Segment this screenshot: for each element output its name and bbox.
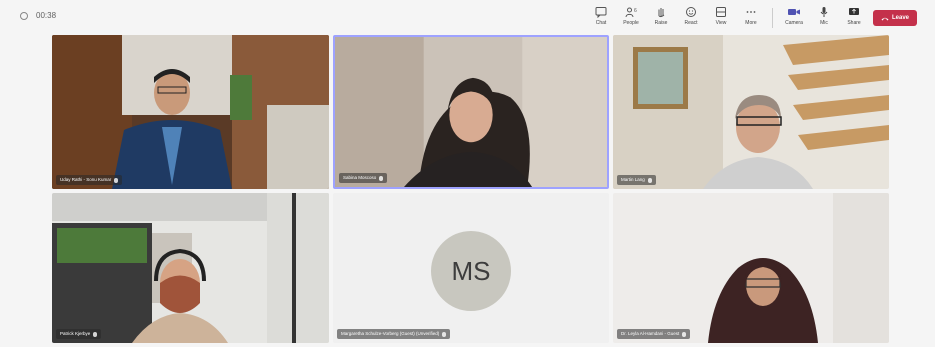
participant-name: Martin Lang (621, 177, 645, 182)
participant-tile[interactable]: Sabina Moscoso (333, 35, 609, 189)
participant-name-tag: Martin Lang (617, 175, 656, 185)
raise-label: Raise (654, 20, 668, 26)
video-grid: Uday Rathi - Sonu Kumar Sabina Moscoso M… (52, 35, 889, 343)
svg-text:6: 6 (634, 8, 637, 14)
view-grid-icon (716, 7, 726, 17)
participant-name-tag: Dr. Leyla Al-Hamdani - Guest (617, 329, 691, 339)
meeting-toolbar: 00:38 Chat 6 People Raise React View Mor… (0, 0, 935, 36)
view-button[interactable]: View (710, 6, 732, 32)
shield-icon (20, 11, 28, 20)
toolbar-actions: Chat 6 People Raise React View More Came… (590, 6, 917, 32)
participant-tile[interactable]: Uday Rathi - Sonu Kumar (52, 35, 329, 189)
mic-icon (93, 331, 98, 337)
mic-icon (114, 177, 119, 183)
share-label: Share (847, 20, 861, 26)
mic-icon (379, 175, 384, 181)
people-button[interactable]: 6 People (620, 6, 642, 32)
more-icon (746, 11, 756, 13)
leave-label: Leave (891, 15, 909, 21)
camera-label: Camera (785, 20, 803, 26)
participant-name: Margaretha Schulze-Vorberg (Guest) (Unve… (341, 331, 440, 336)
mic-label: Mic (820, 20, 828, 26)
mic-icon (442, 331, 447, 337)
participant-video (613, 193, 889, 343)
mic-icon (820, 7, 828, 17)
toolbar-divider (772, 8, 773, 28)
participant-tile[interactable]: Martin Lang (613, 35, 889, 189)
participant-video (335, 37, 607, 187)
react-label: React (684, 20, 698, 26)
participant-name-tag: Margaretha Schulze-Vorberg (Guest) (Unve… (337, 329, 451, 339)
people-label: People (623, 20, 639, 26)
share-icon (849, 8, 859, 15)
participant-name-tag: Sabina Moscoso (339, 173, 388, 183)
participant-tile[interactable]: MS Margaretha Schulze-Vorberg (Guest) (U… (333, 193, 609, 343)
participant-video (613, 35, 889, 189)
timer-text: 00:38 (36, 11, 57, 20)
leave-button[interactable]: Leave (873, 10, 917, 26)
hand-icon (658, 8, 665, 18)
participant-name: Patrick Kjerbye (60, 331, 91, 336)
chat-icon (595, 7, 607, 18)
participant-name: Uday Rathi - Sonu Kumar (60, 177, 112, 182)
camera-button[interactable]: Camera (783, 6, 805, 32)
more-button[interactable]: More (740, 6, 762, 32)
more-label: More (745, 20, 757, 26)
participant-video (52, 193, 329, 343)
chat-button[interactable]: Chat (590, 6, 612, 32)
chat-label: Chat (595, 20, 607, 26)
mic-icon (647, 177, 652, 183)
phone-hangup-icon (881, 17, 889, 20)
mic-button[interactable]: Mic (813, 6, 835, 32)
participant-video (52, 35, 329, 189)
view-label: View (715, 20, 727, 26)
people-icon: 6 (625, 7, 637, 18)
participant-tile[interactable]: Dr. Leyla Al-Hamdani - Guest (613, 193, 889, 343)
react-button[interactable]: React (680, 6, 702, 32)
share-button[interactable]: Share (843, 6, 865, 32)
participant-tile[interactable]: Patrick Kjerbye (52, 193, 329, 343)
avatar: MS (431, 231, 511, 311)
participant-name-tag: Patrick Kjerbye (56, 329, 102, 339)
raise-hand-button[interactable]: Raise (650, 6, 672, 32)
participant-name: Sabina Moscoso (343, 175, 377, 180)
mic-icon (682, 331, 687, 337)
smiley-icon (686, 7, 696, 17)
meeting-timer: 00:38 (20, 11, 56, 20)
participant-name: Dr. Leyla Al-Hamdani - Guest (621, 331, 680, 336)
camera-icon (788, 9, 800, 15)
participant-name-tag: Uday Rathi - Sonu Kumar (56, 175, 123, 185)
